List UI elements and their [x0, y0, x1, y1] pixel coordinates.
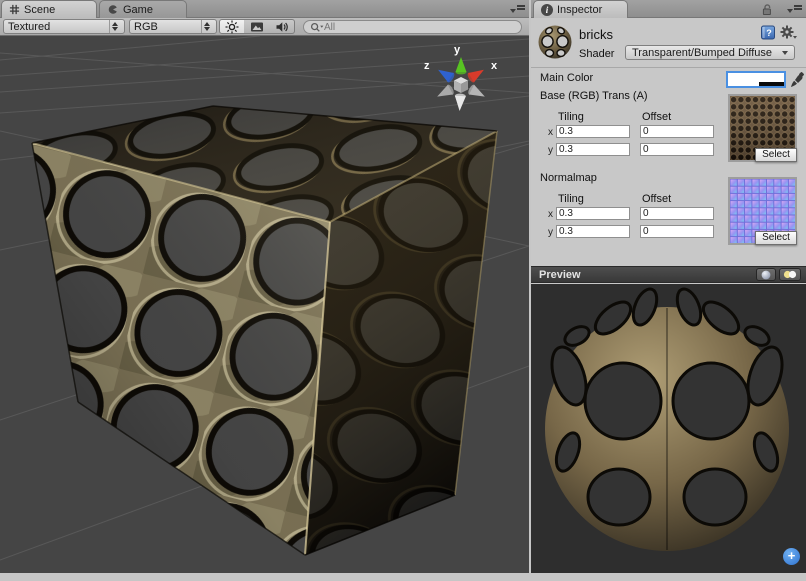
tab-inspector[interactable]: i Inspector	[533, 0, 628, 18]
main-color-label: Main Color	[540, 72, 593, 84]
help-icon[interactable]: ?	[761, 25, 775, 40]
normal-y-label: y	[548, 227, 553, 238]
search-icon	[310, 22, 324, 33]
base-tiling-x-input[interactable]	[556, 125, 630, 138]
base-tiling-y-input[interactable]	[556, 143, 630, 156]
chevron-down-icon	[782, 51, 788, 55]
game-icon	[107, 4, 119, 15]
image-icon	[250, 21, 264, 33]
normal-offset-y-input[interactable]	[640, 225, 714, 238]
scene-orientation-gizmo[interactable]: y x z	[411, 38, 511, 138]
base-texture-thumbnail[interactable]: Select	[728, 94, 797, 162]
audio-toggle-button[interactable]	[269, 19, 295, 34]
material-preview-viewport[interactable]: +	[531, 284, 806, 573]
scene-viewport[interactable]: y x z	[0, 36, 529, 573]
two-lights-icon	[783, 270, 797, 279]
info-icon: i	[541, 4, 553, 16]
normalmap-label: Normalmap	[540, 172, 597, 184]
lighting-toggle-button[interactable]	[219, 19, 245, 34]
base-y-label: y	[548, 145, 553, 156]
tab-game-label: Game	[123, 4, 153, 16]
base-offset-x-input[interactable]	[640, 125, 714, 138]
base-x-label: x	[548, 127, 553, 138]
color-mode-value: RGB	[134, 21, 197, 33]
draw-mode-value: Textured	[8, 21, 105, 33]
normal-offset-label: Offset	[642, 193, 671, 205]
add-button[interactable]: +	[783, 548, 800, 565]
material-name: bricks	[579, 27, 613, 42]
gizmo-center-cube[interactable]	[454, 77, 468, 93]
shader-label: Shader	[579, 48, 614, 60]
gizmo-z-label: z	[424, 60, 430, 72]
updown-arrows-icon	[109, 20, 120, 33]
main-color-swatch[interactable]	[726, 71, 786, 88]
updown-arrows-icon	[201, 20, 212, 33]
preview-title: Preview	[539, 269, 581, 281]
inspector-panel: i Inspector bricks Shader Transpar	[531, 0, 806, 573]
gizmo-x-label: x	[491, 60, 498, 72]
sun-icon	[225, 20, 239, 34]
sphere-icon	[761, 270, 771, 280]
normal-tiling-x-input[interactable]	[556, 207, 630, 220]
color-mode-dropdown[interactable]: RGB	[129, 19, 217, 34]
scene-panel-menu-icon[interactable]	[510, 4, 526, 15]
gizmo-y-label: y	[454, 44, 461, 56]
normal-texture-thumbnail[interactable]: Select	[728, 177, 797, 245]
unity-editor-window: { "scene_panel": { "tabs": [ { "label": …	[0, 0, 806, 581]
eyedropper-icon[interactable]	[790, 71, 804, 88]
tab-scene[interactable]: Scene	[1, 0, 97, 18]
scene-search-field[interactable]	[303, 20, 522, 34]
svg-text:?: ?	[766, 28, 772, 38]
normal-tiling-label: Tiling	[558, 193, 584, 205]
draw-mode-dropdown[interactable]: Textured	[3, 19, 125, 34]
normal-texture-select-button[interactable]: Select	[755, 231, 797, 245]
alpha-bar	[728, 82, 784, 86]
base-offset-y-input[interactable]	[640, 143, 714, 156]
inspector-panel-menu-icon[interactable]	[787, 4, 803, 15]
gizmo-z-cone[interactable]	[435, 65, 456, 84]
preview-shape-button[interactable]	[756, 268, 776, 281]
preview-sphere-render	[531, 284, 806, 573]
preview-lighting-button[interactable]	[779, 268, 801, 281]
scene-toolbar: Textured RGB	[0, 18, 529, 36]
base-tiling-label: Tiling	[558, 111, 584, 123]
material-preview-icon	[537, 24, 573, 60]
gear-icon[interactable]	[780, 25, 798, 40]
textured-cube[interactable]	[32, 106, 497, 555]
speaker-icon	[275, 20, 289, 34]
normal-offset-x-input[interactable]	[640, 207, 714, 220]
gizmo-y-cone[interactable]	[456, 57, 467, 74]
shader-dropdown[interactable]: Transparent/Bumped Diffuse	[625, 45, 795, 60]
shader-value: Transparent/Bumped Diffuse	[632, 47, 772, 59]
base-map-label: Base (RGB) Trans (A)	[540, 90, 648, 102]
scene-tabbar: Scene Game	[0, 0, 529, 18]
inspector-tabbar: i Inspector	[531, 0, 806, 18]
tab-inspector-label: Inspector	[557, 4, 602, 16]
lock-icon[interactable]	[761, 3, 773, 16]
preview-header[interactable]: Preview	[531, 266, 806, 283]
scene-grid-icon	[9, 4, 20, 15]
base-texture-select-button[interactable]: Select	[755, 148, 797, 162]
header-separator	[531, 67, 806, 68]
tab-scene-label: Scene	[24, 4, 55, 16]
scene-panel: Scene Game Textured RGB	[0, 0, 529, 573]
render-mode-button[interactable]	[244, 19, 270, 34]
search-input[interactable]	[324, 22, 515, 33]
normal-x-label: x	[548, 209, 553, 220]
base-offset-label: Offset	[642, 111, 671, 123]
gizmo-x-cone[interactable]	[466, 65, 487, 84]
tab-game[interactable]: Game	[99, 0, 187, 18]
normal-tiling-y-input[interactable]	[556, 225, 630, 238]
